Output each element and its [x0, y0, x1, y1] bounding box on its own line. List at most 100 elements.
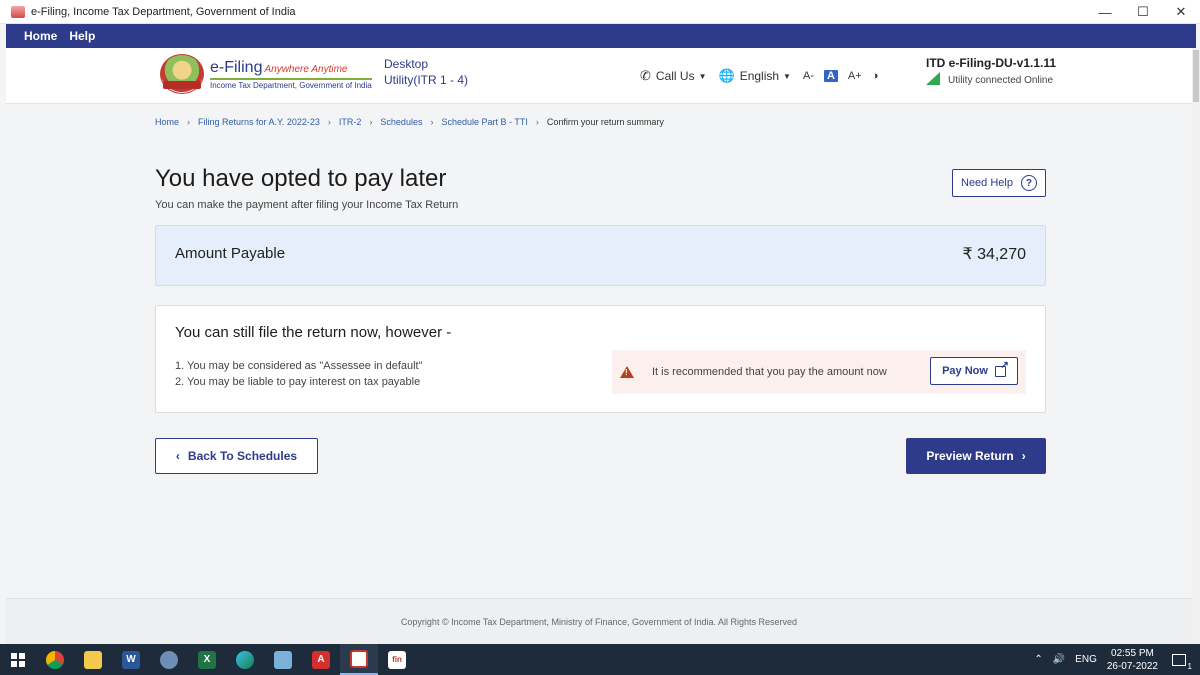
- logo-tagline: Anywhere Anytime: [264, 63, 348, 75]
- excel-icon: X: [198, 650, 216, 669]
- system-tray: ⌃ 🔊 ENG 02:55 PM 26-07-2022 1: [1034, 644, 1200, 675]
- windows-logo-icon: [11, 652, 25, 667]
- notification-icon[interactable]: 1: [1172, 653, 1192, 671]
- need-help-label: Need Help: [961, 177, 1013, 189]
- breadcrumb-current: Confirm your return summary: [546, 117, 664, 127]
- question-mark-icon: ?: [1020, 175, 1037, 191]
- breadcrumb-filing-returns[interactable]: Filing Returns for A.Y. 2022-23: [198, 117, 320, 127]
- page-title: You have opted to pay later: [155, 165, 447, 192]
- phone-icon: ✆: [640, 68, 651, 83]
- external-link-icon: [994, 360, 1009, 377]
- efiling-logo: e-Filing Anywhere Anytime Income Tax Depa…: [160, 54, 372, 94]
- window-controls: — ☐ ✕: [1086, 0, 1200, 24]
- header-tools: ✆ Call Us ▼ 🌐 English ▼ A- A A+ ◑: [640, 68, 888, 84]
- chevron-up-icon[interactable]: ⌃: [1034, 654, 1042, 665]
- preview-return-label: Preview Return: [926, 449, 1014, 463]
- menu-home[interactable]: Home: [24, 29, 57, 43]
- input-language[interactable]: ENG: [1075, 654, 1097, 665]
- breadcrumb-home[interactable]: Home: [155, 117, 179, 127]
- chevron-right-icon: ›: [327, 117, 331, 127]
- chevron-right-icon: ›: [535, 117, 539, 127]
- chevron-down-icon: ▼: [783, 71, 791, 81]
- language-label: English: [739, 69, 780, 83]
- file-now-card: You can still file the return now, howev…: [155, 305, 1046, 413]
- income-tax-emblem-icon: [160, 54, 204, 94]
- word-icon: W: [122, 650, 140, 669]
- taskbar-chrome[interactable]: [36, 644, 74, 675]
- globe-icon: 🌐: [718, 68, 735, 83]
- language-select[interactable]: 🌐 English ▼: [719, 68, 791, 84]
- call-us-button[interactable]: ✆ Call Us ▼: [640, 68, 707, 84]
- start-button[interactable]: [0, 644, 36, 675]
- taskbar-excel[interactable]: X: [188, 644, 226, 675]
- window-title: e-Filing, Income Tax Department, Governm…: [31, 5, 296, 18]
- pdf-icon: A: [312, 650, 330, 669]
- need-help-button[interactable]: Need Help ?: [952, 169, 1046, 197]
- contrast-toggle-icon[interactable]: ◑: [872, 70, 879, 82]
- increase-font-button[interactable]: A+: [848, 70, 862, 82]
- file-now-title: You can still file the return now, howev…: [175, 324, 452, 341]
- breadcrumb-schedule-part-b-tti[interactable]: Schedule Part B - TTI: [441, 117, 527, 127]
- maximize-button[interactable]: ☐: [1124, 0, 1162, 24]
- chevron-right-icon: ›: [430, 117, 434, 127]
- chrome-icon: [46, 650, 64, 669]
- breadcrumb: Home › Filing Returns for A.Y. 2022-23 ›…: [155, 117, 664, 127]
- menu-help[interactable]: Help: [69, 29, 95, 43]
- utility-name: Desktop Utility(ITR 1 - 4): [384, 56, 468, 88]
- decrease-font-button[interactable]: A-: [803, 70, 814, 82]
- version-label: ITD e-Filing-DU-v1.1.11: [926, 56, 1057, 70]
- page-subtitle: You can make the payment after filing yo…: [155, 199, 459, 211]
- utility-name-line2: Utility(ITR 1 - 4): [384, 73, 468, 87]
- taskbar-word[interactable]: W: [112, 644, 150, 675]
- app-icon: [274, 650, 292, 669]
- app-logo-icon: [11, 5, 25, 18]
- minimize-button[interactable]: —: [1086, 0, 1124, 24]
- warning-icon: !: [620, 366, 634, 378]
- amount-payable-value: ₹ 34,270: [962, 246, 1026, 263]
- taskbar-clock[interactable]: 02:55 PM 26-07-2022: [1107, 647, 1158, 673]
- edge-icon: [236, 650, 254, 669]
- consequence-list: 1. You may be considered as "Assessee in…: [175, 358, 423, 390]
- list-item: 1. You may be considered as "Assessee in…: [175, 360, 423, 372]
- copyright-text: Copyright © Income Tax Department, Minis…: [400, 616, 798, 627]
- chevron-right-icon: ›: [1021, 449, 1026, 463]
- taskbar-file-explorer[interactable]: [74, 644, 112, 675]
- version-info: ITD e-Filing-DU-v1.1.11 Utility connecte…: [926, 56, 1056, 86]
- folder-icon: [84, 650, 102, 669]
- back-to-schedules-button[interactable]: ‹ Back To Schedules: [155, 438, 318, 474]
- page-footer: Copyright © Income Tax Department, Minis…: [6, 598, 1192, 644]
- clock-date: 26-07-2022: [1106, 660, 1158, 672]
- clock-time: 02:55 PM: [1111, 647, 1154, 659]
- menu-bar: Home Help: [6, 24, 1196, 48]
- recommendation-banner: ! It is recommended that you pay the amo…: [612, 350, 1026, 394]
- pay-now-label: Pay Now: [942, 365, 988, 377]
- scrollbar-thumb[interactable]: [1193, 50, 1199, 102]
- taskbar-efiling[interactable]: [340, 644, 378, 675]
- chevron-left-icon: ‹: [175, 449, 180, 463]
- taskbar-acrobat[interactable]: A: [302, 644, 340, 675]
- chevron-right-icon: ›: [187, 117, 191, 127]
- breadcrumb-schedules[interactable]: Schedules: [380, 117, 422, 127]
- back-to-schedules-label: Back To Schedules: [187, 449, 298, 463]
- taskbar-app-7[interactable]: [264, 644, 302, 675]
- taskbar-fino[interactable]: fin: [378, 644, 416, 675]
- utility-name-line1: Desktop: [384, 57, 429, 71]
- app-icon: [160, 650, 178, 669]
- online-signal-icon: [926, 72, 940, 85]
- windows-taskbar: W X A fin ⌃ 🔊 ENG 02:55 PM 26-07-2022 1: [0, 644, 1200, 675]
- pay-now-button[interactable]: Pay Now: [930, 357, 1018, 385]
- breadcrumb-itr2[interactable]: ITR-2: [339, 117, 362, 127]
- preview-return-button[interactable]: Preview Return ›: [906, 438, 1046, 474]
- window-title-bar: e-Filing, Income Tax Department, Governm…: [0, 0, 1200, 24]
- volume-icon[interactable]: 🔊: [1053, 654, 1065, 665]
- recommendation-text: It is recommended that you pay the amoun…: [652, 366, 887, 378]
- close-button[interactable]: ✕: [1162, 0, 1200, 24]
- logo-title: e-Filing: [210, 58, 263, 76]
- normal-font-button[interactable]: A: [823, 70, 838, 82]
- amount-payable-label: Amount Payable: [175, 245, 286, 262]
- taskbar-app-4[interactable]: [150, 644, 188, 675]
- taskbar-edge[interactable]: [226, 644, 264, 675]
- list-item: 2. You may be liable to pay interest on …: [175, 376, 421, 388]
- vertical-scrollbar[interactable]: [1192, 48, 1200, 644]
- fino-icon: fin: [388, 650, 406, 669]
